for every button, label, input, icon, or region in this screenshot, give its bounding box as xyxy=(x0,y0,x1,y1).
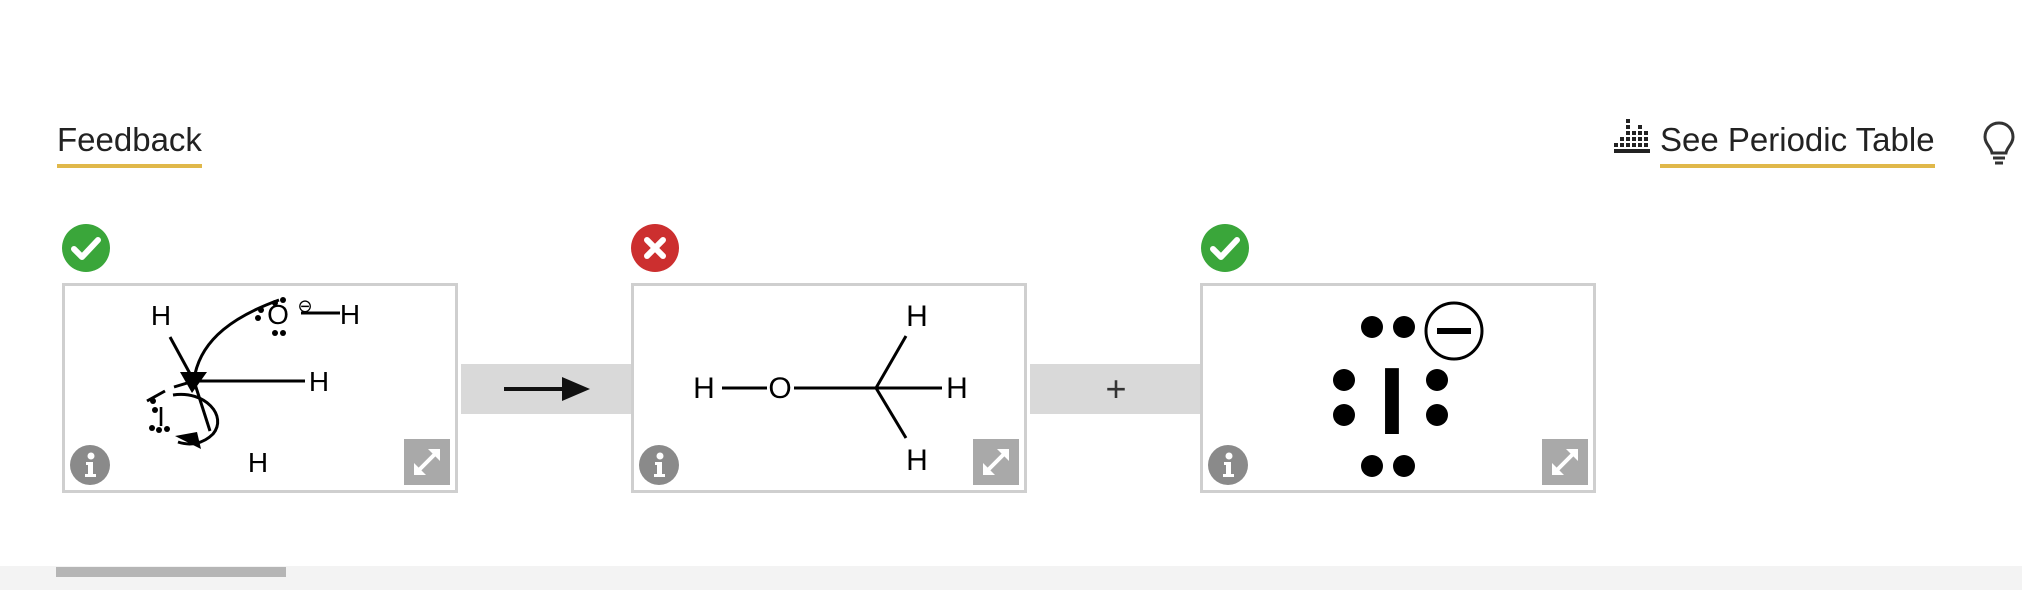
hydrogen-atom-label: H xyxy=(906,444,928,477)
oxygen-atom-label: O xyxy=(768,372,791,405)
plus-band: + xyxy=(1030,364,1202,414)
info-icon[interactable] xyxy=(637,443,681,487)
molecule-card-iodide[interactable]: I xyxy=(1200,283,1596,493)
molecule-card-methanol[interactable]: H O H H H xyxy=(631,283,1027,493)
check-circle-icon xyxy=(1201,224,1249,272)
info-icon[interactable] xyxy=(68,443,112,487)
hydrogen-atom-label: H xyxy=(906,300,928,333)
lightbulb-icon[interactable] xyxy=(1982,120,2016,166)
hydrogen-atom-label: H xyxy=(340,299,360,330)
reaction-arrow-icon xyxy=(503,377,590,401)
negative-charge-label: ⊖ xyxy=(297,296,312,316)
check-circle-icon xyxy=(62,224,110,272)
hydrogen-atom-label: H xyxy=(309,366,329,397)
oxygen-atom-label: O xyxy=(267,299,289,330)
expand-icon[interactable] xyxy=(404,439,450,485)
hydrogen-atom-label: H xyxy=(693,372,715,405)
x-circle-icon xyxy=(631,224,679,272)
iodide-structure: I xyxy=(1333,301,1484,477)
horizontal-scrollbar-thumb[interactable] xyxy=(56,567,286,577)
iodine-atom-label: I xyxy=(157,401,165,432)
hydrogen-atom-label: H xyxy=(946,372,968,405)
molecule-card-mechanism[interactable]: O H H H I H ⊖ xyxy=(62,283,458,493)
hydrogen-atom-label: H xyxy=(248,447,268,478)
info-icon[interactable] xyxy=(1206,443,1250,487)
hydrogen-atom-label: H xyxy=(151,300,171,331)
expand-icon[interactable] xyxy=(973,439,1019,485)
expand-icon[interactable] xyxy=(1542,439,1588,485)
iodine-atom-label: I xyxy=(1379,348,1406,455)
horizontal-scrollbar-track[interactable] xyxy=(0,566,2022,590)
plus-sign: + xyxy=(1105,368,1127,409)
periodic-table-icon[interactable] xyxy=(1613,119,1651,155)
see-periodic-table-link[interactable]: See Periodic Table xyxy=(1660,120,1935,168)
mechanism-structure: O H H H I H ⊖ xyxy=(146,296,360,478)
reaction-arrow-band xyxy=(461,364,632,414)
feedback-link[interactable]: Feedback xyxy=(57,120,202,168)
methanol-structure: H O H H H xyxy=(693,300,968,477)
